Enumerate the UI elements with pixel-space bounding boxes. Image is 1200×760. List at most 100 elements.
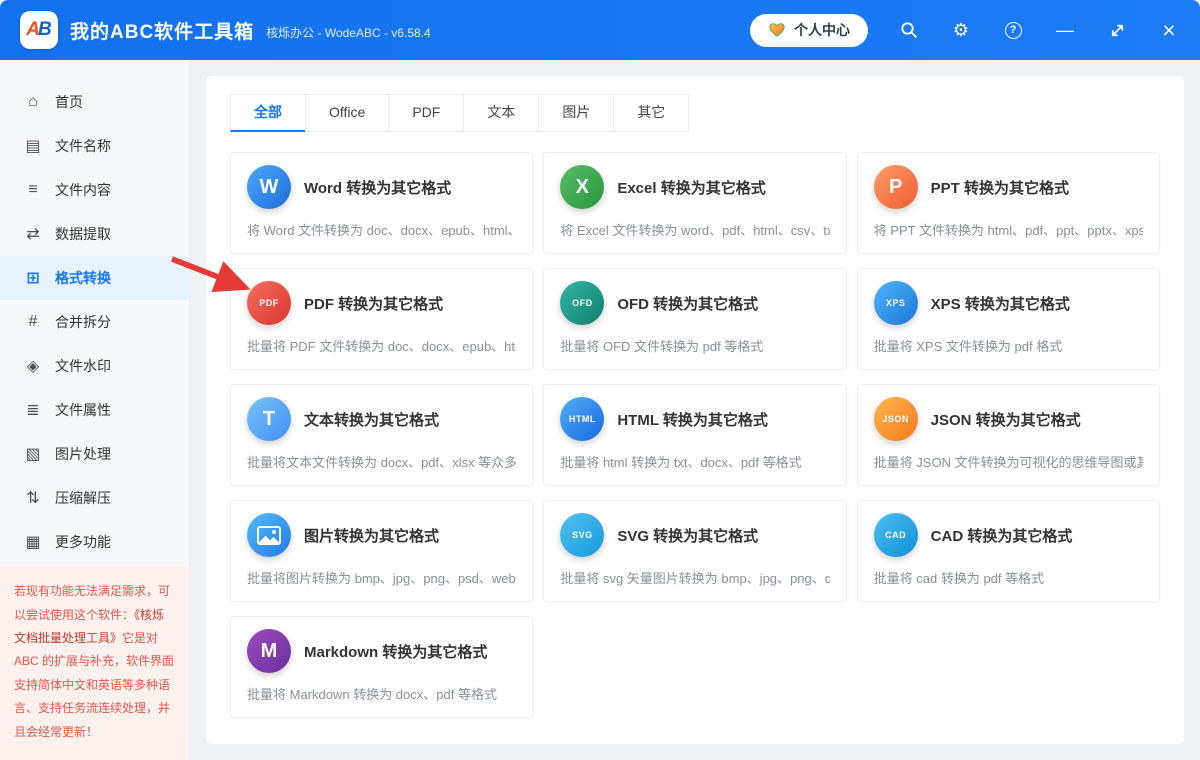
sidebar-item-合并拆分[interactable]: # 合并拆分 — [0, 300, 189, 344]
tool-card-word-convert[interactable]: W Word 转换为其它格式 将 Word 文件转换为 doc、docx、epu… — [230, 152, 534, 254]
close-icon[interactable]: × — [1158, 19, 1180, 42]
card-title: CAD 转换为其它格式 — [930, 527, 1073, 545]
text-convert-icon: T — [247, 397, 291, 441]
tab-label: Office — [329, 104, 366, 120]
icon-badge-text: HTML — [568, 414, 596, 424]
card-description: 将 PPT 文件转换为 html、pdf、ppt、pptx、xps 等 — [873, 223, 1143, 238]
tool-card-grid: W Word 转换为其它格式 将 Word 文件转换为 doc、docx、epu… — [230, 152, 1160, 718]
promo-text-post: 它是对 ABC 的扩展与补充，软件界面支持简体中文和英语等多种语言、支持任务流连… — [14, 631, 175, 739]
search-icon[interactable] — [898, 19, 920, 41]
card-description: 批量将 JSON 文件转换为可视化的思维导图或其它格 — [873, 455, 1143, 470]
tab-label: 全部 — [254, 104, 282, 120]
tool-card-html-convert[interactable]: HTML HTML 转换为其它格式 批量将 html 转换为 txt、docx、… — [543, 384, 847, 486]
main-area: 全部 Office PDF 文本 图片 其它 W Word 转换为其它格式 将 … — [190, 60, 1200, 760]
tab-PDF[interactable]: PDF — [388, 94, 465, 132]
tool-card-excel-convert[interactable]: X Excel 转换为其它格式 将 Excel 文件转换为 word、pdf、h… — [543, 152, 847, 254]
card-description: 将 Word 文件转换为 doc、docx、epub、html、pd — [247, 223, 517, 238]
card-title: Markdown 转换为其它格式 — [304, 643, 488, 661]
sidebar-item-数据提取[interactable]: ⇄ 数据提取 — [0, 212, 189, 256]
icon-badge-text: CAD — [885, 530, 907, 540]
card-description: 将 Excel 文件转换为 word、pdf、html、csv、txt、s — [560, 223, 830, 238]
more-features-icon: ▦ — [25, 534, 41, 551]
icon-badge-text: T — [262, 407, 276, 430]
image-process-icon: ▧ — [25, 446, 41, 463]
icon-badge-text: OFD — [572, 298, 593, 308]
app-logo-icon: A B — [20, 11, 58, 49]
tool-card-svg-convert[interactable]: SVG SVG 转换为其它格式 批量将 svg 矢量图片转换为 bmp、jpg、… — [543, 500, 847, 602]
sidebar-nav: ⌂ 首页 ▤ 文件名称 ≡ 文件内容 ⇄ 数据提取 ⊞ 格式转换 # 合并拆分 … — [0, 80, 189, 564]
sidebar-item-文件属性[interactable]: ≣ 文件属性 — [0, 388, 189, 432]
card-description: 批量将 html 转换为 txt、docx、pdf 等格式 — [560, 455, 802, 470]
tab-label: 图片 — [562, 104, 591, 120]
card-title: Word 转换为其它格式 — [304, 179, 452, 197]
markdown-convert-icon: M — [247, 629, 291, 673]
tool-card-ppt-convert[interactable]: P PPT 转换为其它格式 将 PPT 文件转换为 html、pdf、ppt、p… — [856, 152, 1160, 254]
card-title: PPT 转换为其它格式 — [930, 179, 1069, 197]
merge-split-icon: # — [28, 313, 38, 330]
tool-card-ofd-convert[interactable]: OFD OFD 转换为其它格式 批量将 OFD 文件转换为 pdf 等格式 — [543, 268, 847, 370]
tool-card-cad-convert[interactable]: CAD CAD 转换为其它格式 批量将 cad 转换为 pdf 等格式 — [856, 500, 1160, 602]
excel-convert-icon: X — [560, 165, 605, 209]
tool-card-xps-convert[interactable]: XPS XPS 转换为其它格式 批量将 XPS 文件转换为 pdf 格式 — [856, 268, 1160, 370]
tab-其它[interactable]: 其它 — [613, 94, 690, 132]
tab-label: 其它 — [637, 104, 666, 120]
content-panel: 全部 Office PDF 文本 图片 其它 W Word 转换为其它格式 将 … — [206, 76, 1184, 744]
tab-label: PDF — [412, 104, 441, 120]
sidebar-item-更多功能[interactable]: ▦ 更多功能 — [0, 520, 189, 564]
card-description: 批量将 svg 矢量图片转换为 bmp、jpg、png、docx — [560, 571, 830, 586]
tool-card-text-convert[interactable]: T 文本转换为其它格式 批量将文本文件转换为 docx、pdf、xlsx 等众多… — [230, 384, 534, 486]
tool-card-pdf-convert[interactable]: PDF PDF 转换为其它格式 批量将 PDF 文件转换为 doc、docx、e… — [230, 268, 534, 370]
picture-glyph — [257, 525, 281, 545]
sidebar-item-label: 数据提取 — [55, 226, 111, 242]
json-convert-icon: JSON — [873, 397, 918, 441]
tab-图片[interactable]: 图片 — [538, 94, 615, 132]
vip-badge-icon — [769, 23, 785, 37]
file-content-icon: ≡ — [28, 181, 38, 198]
tab-全部[interactable]: 全部 — [230, 94, 306, 132]
user-center-button[interactable]: 个人中心 — [750, 13, 868, 47]
sidebar-item-label: 合并拆分 — [55, 314, 111, 330]
card-description: 批量将 Markdown 转换为 docx、pdf 等格式 — [247, 687, 497, 702]
tab-Office[interactable]: Office — [305, 94, 390, 132]
xps-convert-icon: XPS — [873, 281, 918, 325]
settings-gear-icon[interactable]: ⚙ — [950, 19, 972, 41]
sidebar-item-压缩解压[interactable]: ⇅ 压缩解压 — [0, 476, 189, 520]
card-title: 文本转换为其它格式 — [304, 411, 440, 429]
sidebar-item-label: 压缩解压 — [55, 490, 111, 506]
sidebar-item-格式转换[interactable]: ⊞ 格式转换 — [0, 256, 189, 300]
help-icon[interactable]: ? — [1002, 19, 1024, 41]
card-description: 批量将 cad 转换为 pdf 等格式 — [873, 571, 1045, 586]
tab-label: 文本 — [487, 104, 516, 120]
minimize-icon[interactable]: — — [1054, 19, 1076, 41]
image-convert-icon — [247, 513, 291, 557]
card-description: 批量将图片转换为 bmp、jpg、png、psd、webp、 — [247, 571, 517, 586]
sidebar-item-文件名称[interactable]: ▤ 文件名称 — [0, 124, 189, 168]
sidebar-item-文件内容[interactable]: ≡ 文件内容 — [0, 168, 189, 212]
data-extract-icon: ⇄ — [26, 226, 40, 243]
format-convert-icon: ⊞ — [26, 270, 40, 287]
sidebar-item-文件水印[interactable]: ◈ 文件水印 — [0, 344, 189, 388]
sidebar-item-label: 图片处理 — [55, 446, 111, 462]
tool-card-markdown-convert[interactable]: M Markdown 转换为其它格式 批量将 Markdown 转换为 docx… — [230, 616, 534, 718]
html-convert-icon: HTML — [560, 397, 605, 441]
resize-icon[interactable] — [1106, 19, 1128, 41]
sidebar-item-图片处理[interactable]: ▧ 图片处理 — [0, 432, 189, 476]
card-description: 批量将 OFD 文件转换为 pdf 等格式 — [560, 339, 764, 354]
card-title: SVG 转换为其它格式 — [617, 527, 759, 545]
card-title: OFD 转换为其它格式 — [617, 295, 759, 313]
file-watermark-icon: ◈ — [26, 358, 40, 375]
icon-badge-text: PDF — [259, 298, 279, 308]
sidebar-item-label: 文件属性 — [55, 402, 111, 418]
tab-文本[interactable]: 文本 — [463, 94, 540, 132]
category-tabs: 全部 Office PDF 文本 图片 其它 — [230, 94, 1160, 132]
tool-card-json-convert[interactable]: JSON JSON 转换为其它格式 批量将 JSON 文件转换为可视化的思维导图… — [856, 384, 1160, 486]
sidebar-item-首页[interactable]: ⌂ 首页 — [0, 80, 189, 124]
tool-card-image-convert[interactable]: 图片转换为其它格式 批量将图片转换为 bmp、jpg、png、psd、webp、 — [230, 500, 534, 602]
icon-badge-text: SVG — [572, 530, 593, 540]
card-title: Excel 转换为其它格式 — [617, 179, 766, 197]
card-title: PDF 转换为其它格式 — [304, 295, 444, 313]
icon-badge-text: M — [260, 639, 278, 662]
sidebar-item-label: 文件内容 — [55, 182, 111, 198]
icon-badge-text: X — [575, 175, 589, 198]
card-title: HTML 转换为其它格式 — [617, 411, 768, 429]
